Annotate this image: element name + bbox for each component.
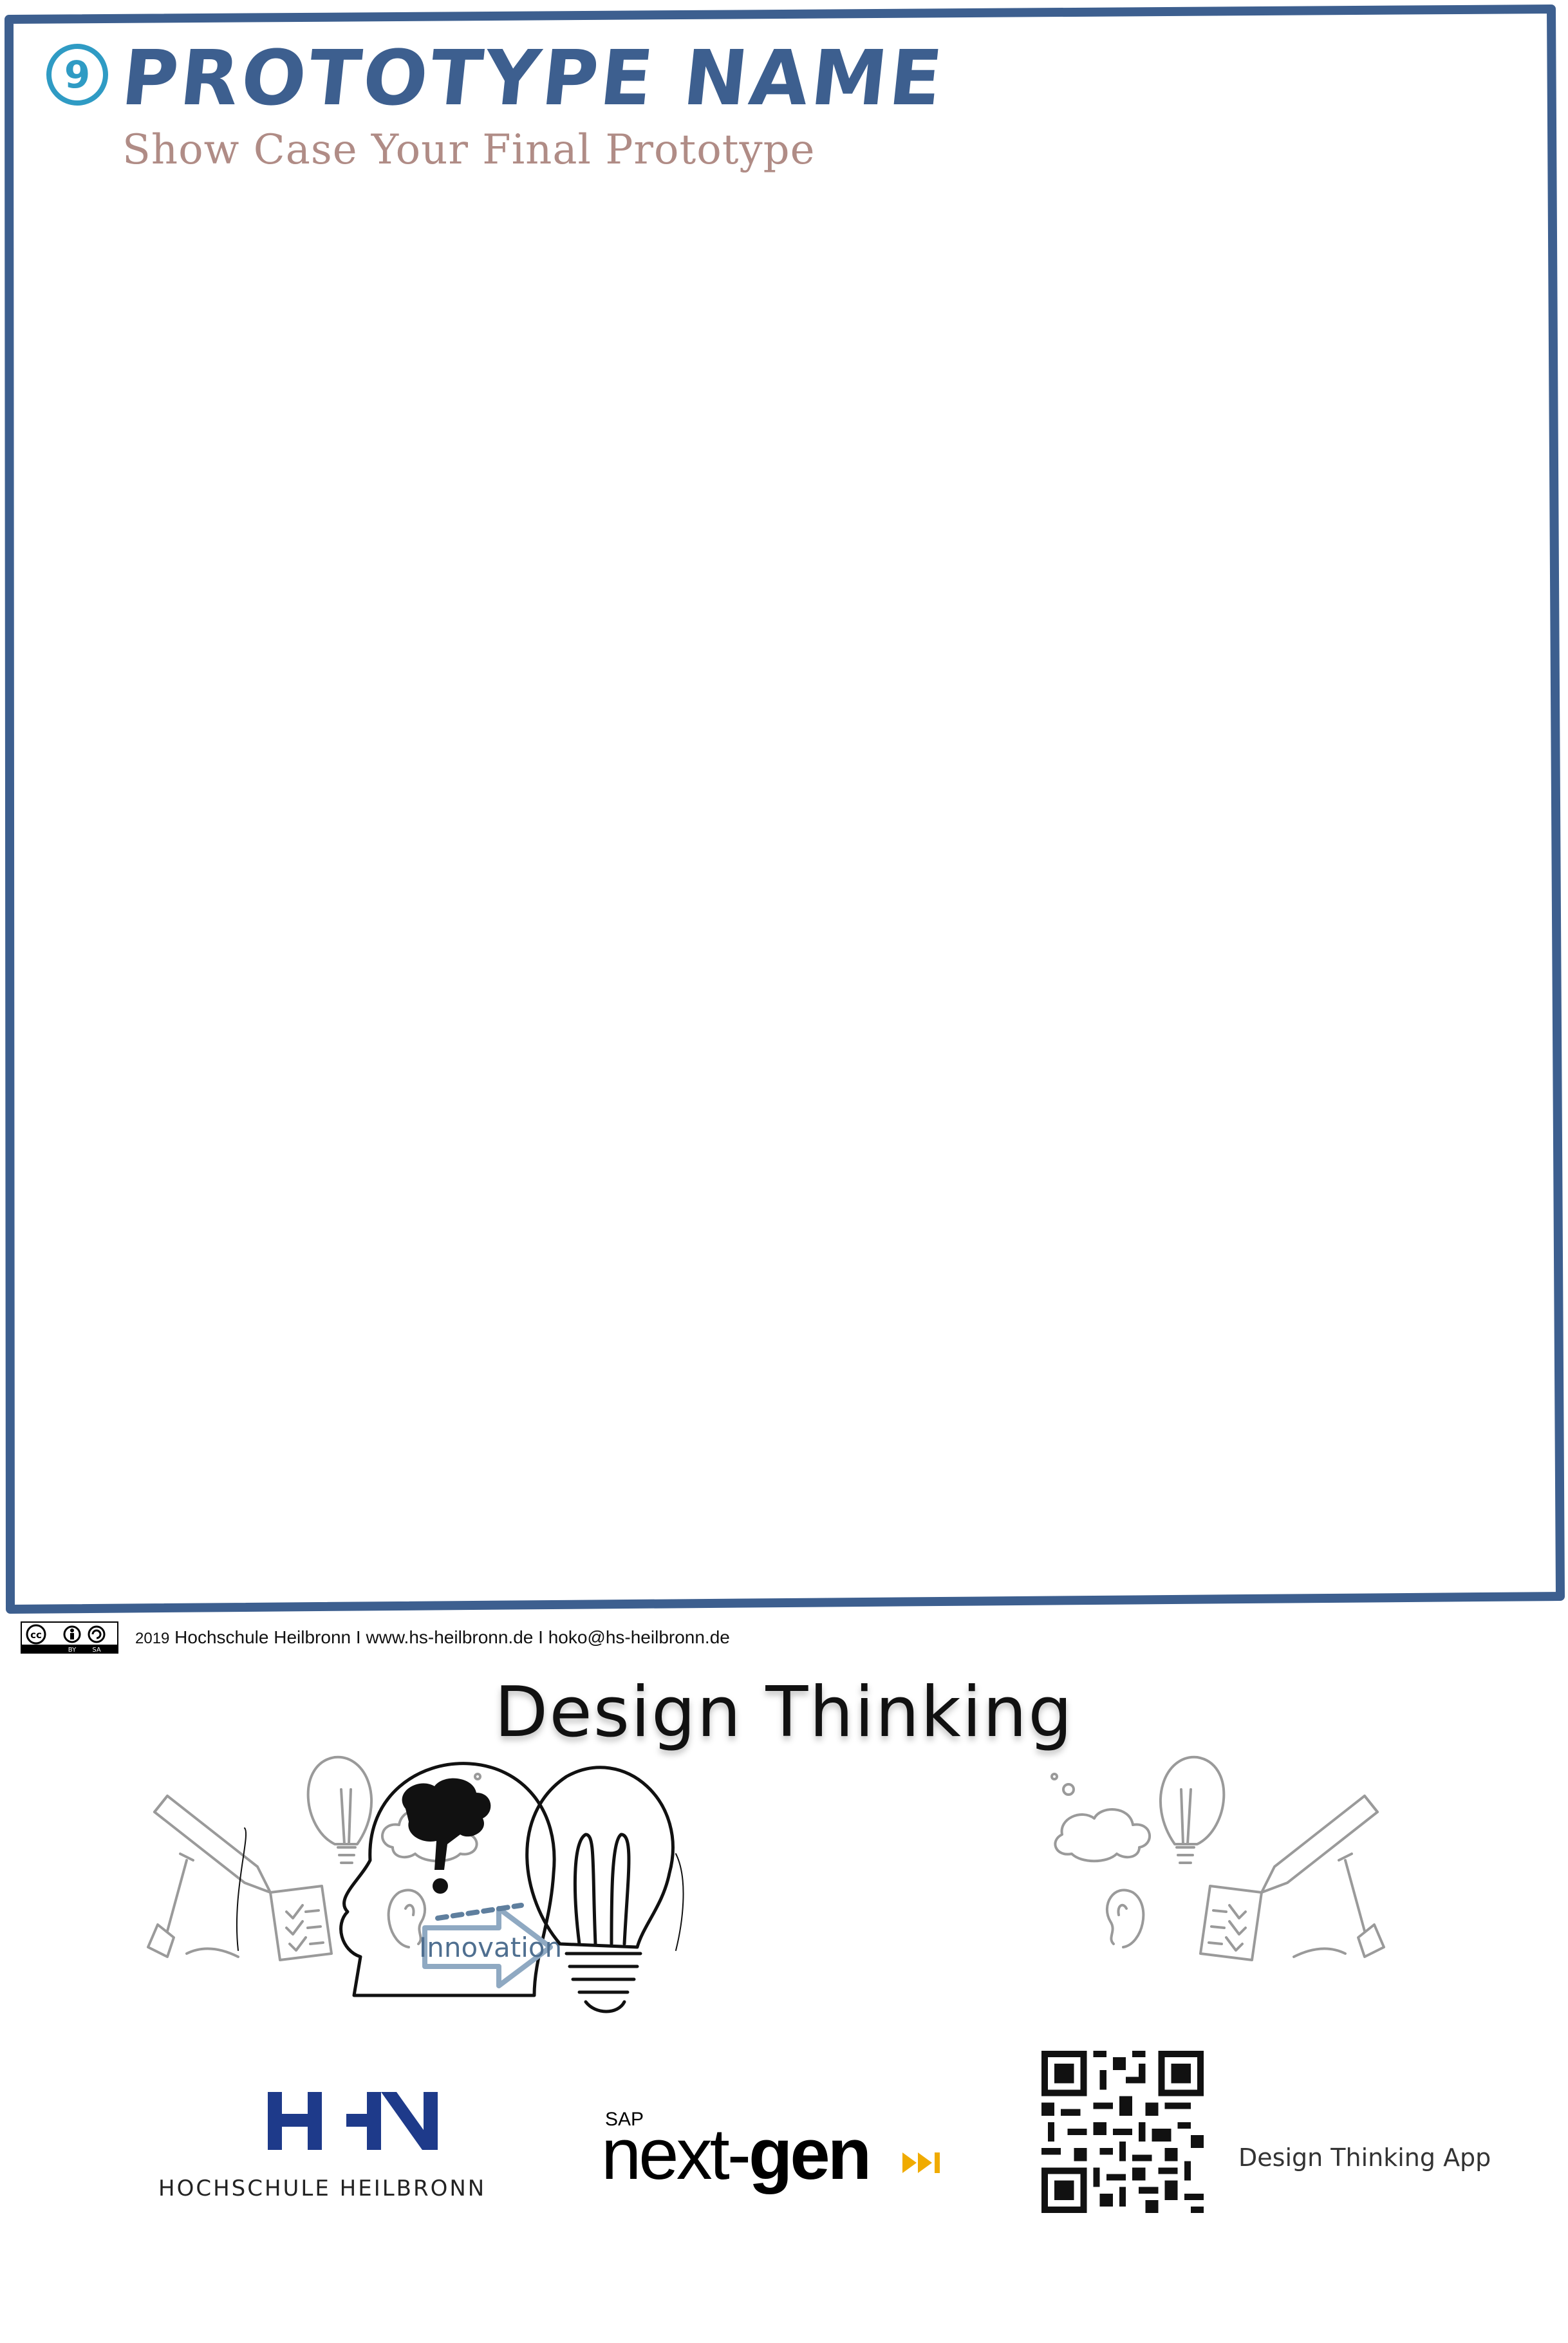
cc-by-sa-icon: cc BY SA bbox=[21, 1621, 118, 1654]
footer-contact: Hochschule Heilbronn I www.hs-heilbronn.… bbox=[174, 1627, 730, 1647]
design-thinking-app-label: Design Thinking App bbox=[1238, 2143, 1491, 2172]
ear-icon-right bbox=[1106, 1889, 1145, 1948]
qr-code[interactable] bbox=[1041, 2051, 1204, 2213]
design-thinking-illustration: Innovation bbox=[147, 1755, 1385, 2013]
innovation-label: Innovation bbox=[419, 1932, 562, 1963]
footer-credit: 2019 Hochschule Heilbronn I www.hs-heilb… bbox=[135, 1627, 730, 1648]
pencil-icon bbox=[153, 1795, 272, 1894]
shovel-icon bbox=[147, 1853, 239, 1958]
page-title: PROTOTYPE NAME bbox=[117, 33, 949, 122]
sap-gen-text: gen bbox=[749, 2114, 872, 2194]
shovel-icon-right bbox=[1293, 1853, 1385, 1958]
svg-text:cc: cc bbox=[30, 1629, 42, 1641]
checklist-icon bbox=[269, 1885, 333, 1961]
brain-question-icon bbox=[402, 1778, 491, 1894]
checklist-icon-right bbox=[1199, 1885, 1263, 1961]
sap-next-text: next- bbox=[601, 2114, 751, 2194]
cloud-icon-right bbox=[1050, 1773, 1151, 1863]
page-subtitle: Show Case Your Final Prototype bbox=[122, 126, 816, 174]
center-lightbulb-icon bbox=[525, 1766, 684, 2013]
fast-forward-icon bbox=[902, 2152, 940, 2173]
license-footer: cc BY SA 2019 Hochschule Heilbronn I www… bbox=[21, 1620, 730, 1656]
lightbulb-icon bbox=[306, 1755, 373, 1864]
footer-year: 2019 bbox=[135, 1630, 170, 1647]
prototype-drawing-area[interactable] bbox=[26, 206, 1532, 1583]
lightbulb-icon-right bbox=[1159, 1755, 1226, 1864]
hhn-caption: HOCHSCHULE HEILBRONN bbox=[158, 2176, 487, 2201]
arrow-icon: Innovation bbox=[419, 1903, 562, 1988]
step-number-badge: 9 bbox=[46, 44, 108, 106]
svg-text:SA: SA bbox=[92, 1647, 101, 1654]
sap-next-gen-logo: next-gen bbox=[601, 2111, 872, 2198]
pencil-icon-right bbox=[1260, 1795, 1379, 1894]
svg-text:BY: BY bbox=[68, 1647, 77, 1654]
